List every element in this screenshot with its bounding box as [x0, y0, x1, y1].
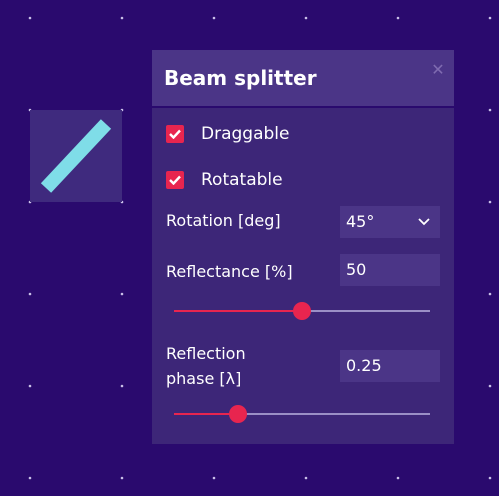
slider-fill: [174, 310, 302, 312]
rotation-value: 45°: [346, 212, 375, 231]
draggable-checkbox[interactable]: [166, 125, 184, 143]
close-icon[interactable]: ✕: [430, 62, 446, 78]
grid-dot: [488, 476, 492, 480]
grid-dot: [28, 384, 32, 388]
reflection-phase-input[interactable]: 0.25: [340, 350, 440, 382]
reflection-phase-slider[interactable]: [174, 405, 430, 423]
checkmark-icon: [169, 129, 181, 139]
grid-dot: [488, 16, 492, 20]
draggable-label: Draggable: [201, 124, 290, 144]
panel-header: Beam splitter ✕: [152, 50, 454, 108]
rotatable-row[interactable]: Rotatable: [166, 168, 283, 192]
grid-dot: [396, 476, 400, 480]
reflectance-slider[interactable]: [174, 302, 430, 320]
grid-dot: [120, 384, 124, 388]
grid-dot: [488, 384, 492, 388]
grid-dot: [488, 200, 492, 204]
grid-dot: [396, 16, 400, 20]
grid-dot: [120, 476, 124, 480]
rotation-label: Rotation [deg]: [166, 211, 281, 230]
rotatable-label: Rotatable: [201, 170, 283, 190]
slider-thumb[interactable]: [229, 405, 247, 423]
draggable-row[interactable]: Draggable: [166, 122, 289, 146]
chevron-down-icon: [418, 218, 430, 226]
reflectance-input[interactable]: 50: [340, 254, 440, 286]
grid-dot: [488, 108, 492, 112]
beam-splitter-tile[interactable]: [30, 110, 122, 202]
beam-splitter-icon: [40, 119, 112, 193]
grid-dot: [28, 476, 32, 480]
grid-dot: [212, 16, 216, 20]
grid-dot: [120, 292, 124, 296]
grid-dot: [28, 292, 32, 296]
reflectance-label: Reflectance [%]: [166, 262, 293, 281]
grid-dot: [212, 476, 216, 480]
grid-dot: [120, 16, 124, 20]
rotatable-checkbox[interactable]: [166, 171, 184, 189]
grid-dot: [304, 16, 308, 20]
panel-title: Beam splitter: [164, 66, 317, 90]
grid-dot: [488, 292, 492, 296]
reflection-phase-label-line1: Reflection: [166, 344, 246, 363]
grid-dot: [304, 476, 308, 480]
checkmark-icon: [169, 175, 181, 185]
rotation-select[interactable]: 45°: [340, 206, 440, 238]
grid-dot: [28, 16, 32, 20]
settings-panel: Beam splitter ✕ Draggable Rotatable Rota…: [152, 50, 454, 444]
reflection-phase-label-line2: phase [λ]: [166, 369, 242, 388]
slider-thumb[interactable]: [293, 302, 311, 320]
